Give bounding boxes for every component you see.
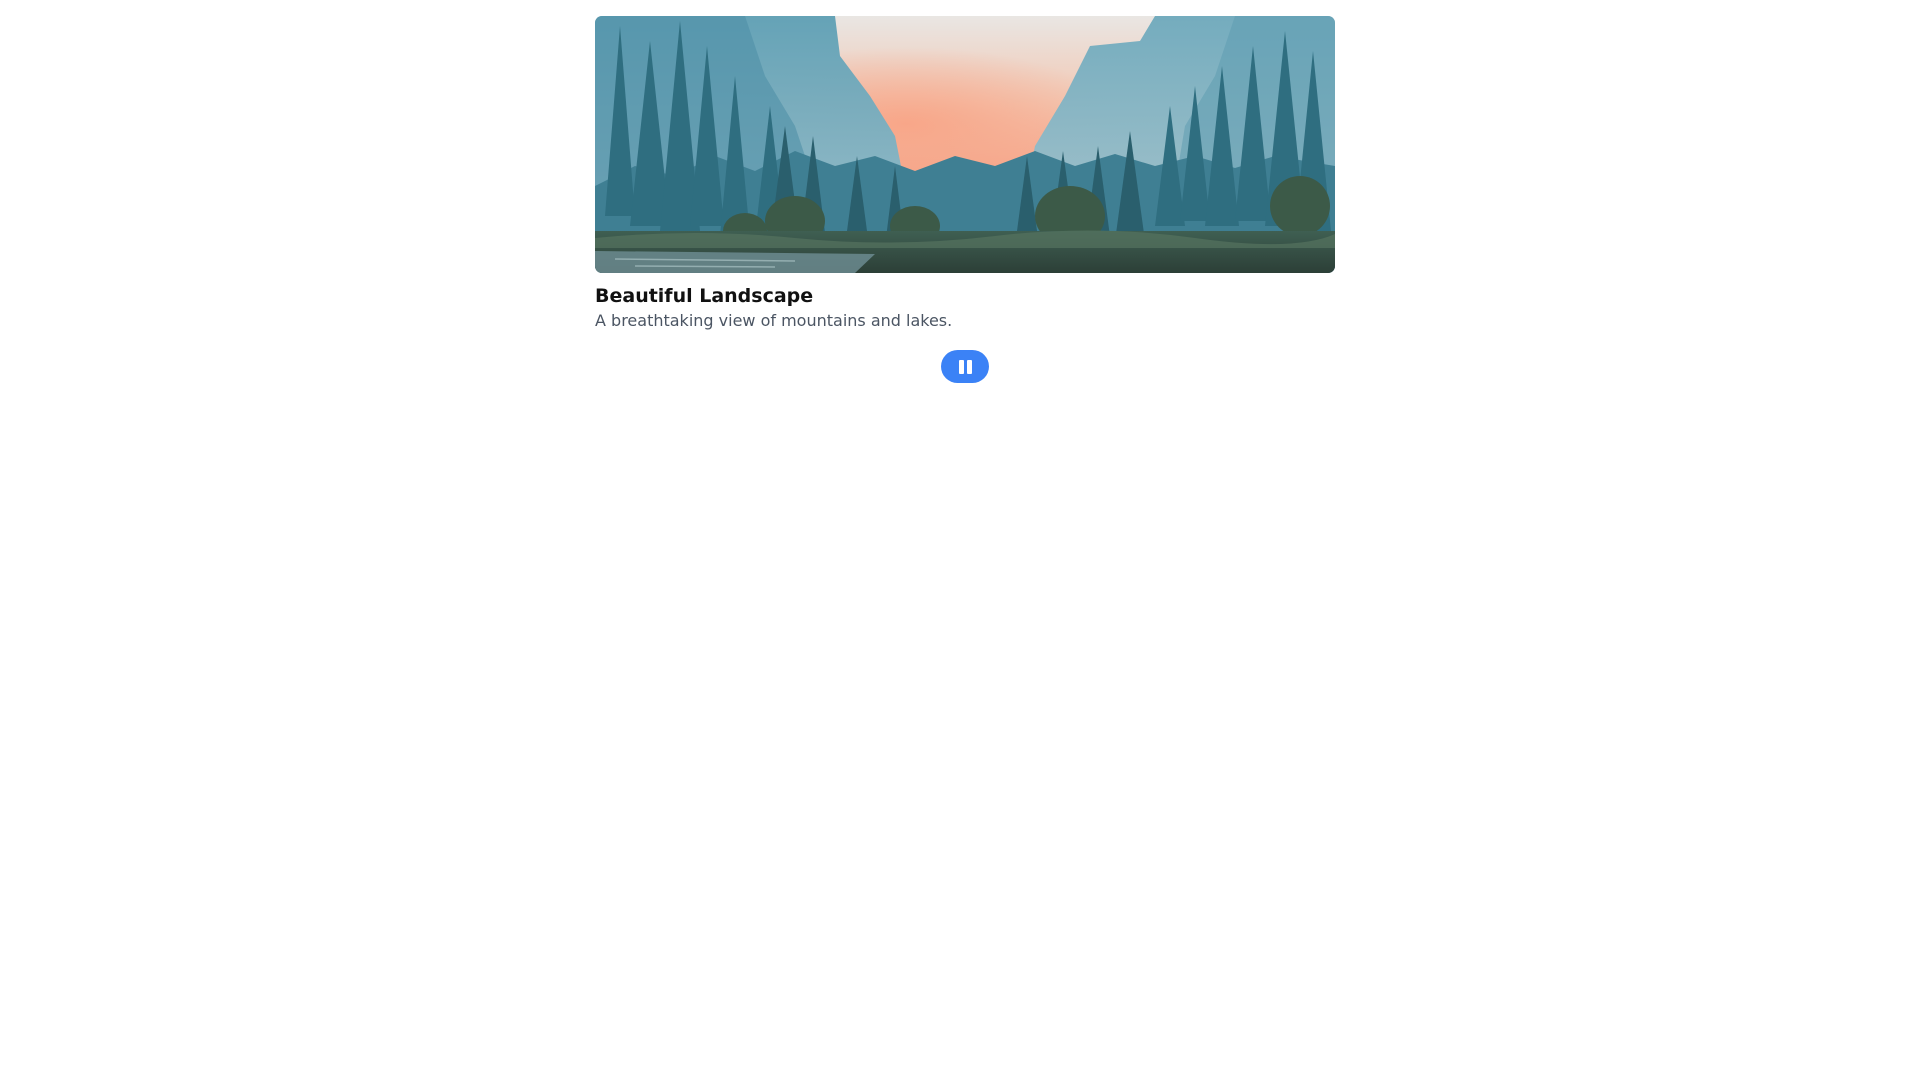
slide-description: A breathtaking view of mountains and lak… bbox=[595, 311, 953, 330]
pause-icon bbox=[958, 359, 972, 374]
slide-image bbox=[595, 16, 1335, 273]
slide-caption: Beautiful Landscape A breathtaking view … bbox=[595, 284, 1335, 332]
slideshow-controls bbox=[595, 350, 1335, 383]
slide-title: Beautiful Landscape bbox=[595, 285, 814, 307]
pause-button[interactable] bbox=[941, 350, 989, 383]
slideshow: Beautiful Landscape A breathtaking view … bbox=[595, 16, 1335, 383]
